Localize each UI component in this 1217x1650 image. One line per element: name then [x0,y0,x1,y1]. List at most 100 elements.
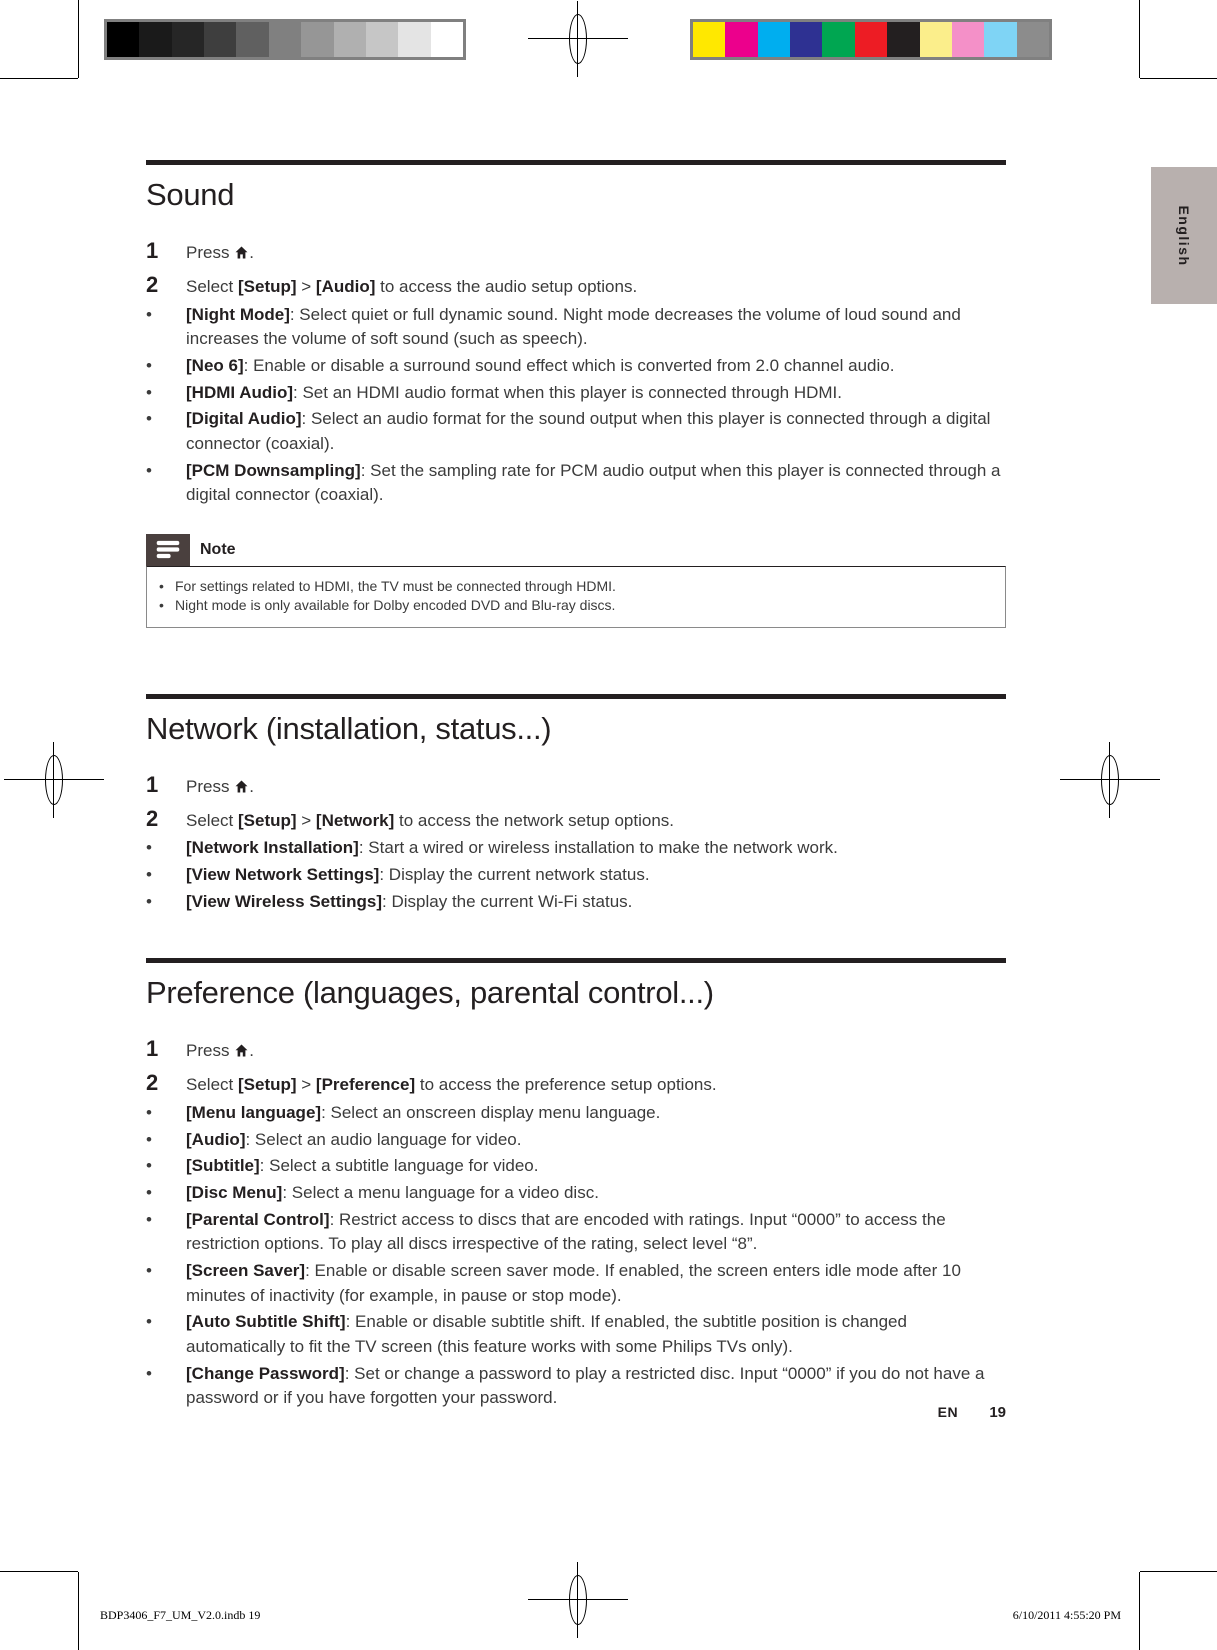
bullet-item: • [Network Installation]: Start a wired o… [146,836,1006,861]
note-box: Note • For settings related to HDMI, the T… [146,533,1006,628]
setting-description: : Select an onscreen display menu langua… [321,1103,661,1123]
color-swatch [854,22,888,57]
color-swatch [1016,22,1049,57]
bullet-item: • [HDMI Audio]: Set an HDMI audio format … [146,381,1006,406]
step-number: 1 [146,771,159,797]
grayscale-swatch [398,22,431,57]
bullet-glyph: • [146,1261,152,1281]
crop-mark-bottom-right-horizontal [1140,1571,1217,1572]
setting-name: [Subtitle] [186,1156,260,1176]
registration-target-right [1060,742,1160,818]
note-bullet-glyph: • [159,596,164,613]
bullet-text: [Night Mode]: Select quiet or full dynam… [186,303,1006,352]
setting-description: : Display the current network status. [379,865,650,885]
setting-description: : Select a subtitle language for video. [259,1156,539,1176]
language-tab: English [1151,167,1217,304]
setting-name: [View Wireless Settings] [186,891,383,911]
bullet-text: [PCM Downsampling]: Set the sampling rat… [186,459,1006,508]
grayscale-swatch [430,22,463,57]
note-body: • For settings related to HDMI, the TV mu… [146,565,1006,628]
registration-target-top [528,1,628,77]
setting-name: [Audio] [186,1129,246,1149]
step-text: Press . [186,241,254,266]
setting-name: [Screen Saver] [186,1261,306,1281]
bullet-glyph: • [146,1183,152,1203]
language-tab-label: English [1176,204,1192,267]
menu-token: [Audio] [315,276,376,296]
step-number: 2 [146,271,159,297]
color-swatch [757,22,791,57]
step-text-fragment: . [249,776,254,796]
grayscale-swatch [365,22,399,57]
bullet-glyph: • [146,865,152,885]
setting-description: : Start a wired or wireless installation… [358,838,838,858]
bullet-text: [Subtitle]: Select a subtitle language f… [186,1154,1006,1179]
crop-mark-top-left-vertical [78,0,79,78]
bullet-item: • [Audio]: Select an audio language for v… [146,1128,1006,1153]
grayscale-swatch [139,22,172,57]
setting-description: : Set an HDMI audio format when this pla… [293,382,842,402]
bullet-text: [Screen Saver]: Enable or disable screen… [186,1259,1006,1308]
registration-target-left [4,742,104,818]
step-text-fragment: Press [186,1041,235,1061]
color-swatch [984,22,1017,57]
step-text: Press . [186,775,254,800]
bullet-glyph: • [146,382,152,402]
step-text-fragment: to access the audio setup options. [375,276,638,296]
crop-mark-top-right-horizontal [1140,78,1217,79]
bullet-item: • [PCM Downsampling]: Set the sampling ra… [146,459,1006,508]
note-icon-container [146,533,190,566]
crop-mark-bottom-left-vertical [78,1572,79,1650]
color-swatch [822,22,855,57]
page-number: 19 [989,1404,1006,1421]
color-swatch [951,22,985,57]
crop-mark-top-right-vertical [1139,0,1140,78]
step-text-fragment: Press [186,776,235,796]
step-text-fragment: to access the network setup options. [394,810,675,830]
bullet-item: • [Auto Subtitle Shift]: Enable or disabl… [146,1310,1006,1359]
grayscale-swatch [107,22,140,57]
setting-name: [Digital Audio] [186,409,302,429]
menu-token: [Setup] [237,810,297,830]
setting-name: [Auto Subtitle Shift] [186,1312,346,1332]
note-line-text: For settings related to HDMI, the TV mus… [175,577,616,594]
bullet-text: [Auto Subtitle Shift]: Enable or disable… [186,1310,1006,1359]
bullet-item: • [Screen Saver]: Enable or disable scree… [146,1259,1006,1308]
numbered-step: 1 Press . [146,235,1006,267]
grayscale-swatch [171,22,205,57]
color-swatch [725,22,758,57]
bullet-text: [Network Installation]: Start a wired or… [186,836,1006,861]
step-text: Select [Setup] > [Preference] to access … [186,1073,717,1098]
bullet-text: [Digital Audio]: Select an audio format … [186,407,1006,456]
step-text-fragment: Press [186,243,235,262]
menu-token: [Preference] [315,1075,416,1095]
step-number: 1 [146,1036,159,1062]
bullet-glyph: • [146,304,152,324]
crop-mark-top-left-horizontal [0,78,78,79]
bullet-text: [View Wireless Settings]: Display the cu… [186,890,1006,915]
step-text-fragment: > [296,276,316,296]
home-icon [235,780,248,793]
step-text-fragment: > [296,1075,316,1095]
setting-description: : Select an audio language for video. [245,1129,522,1149]
grayscale-swatch [333,22,366,57]
setting-name: [View Network Settings] [186,865,380,885]
note-line: • Night mode is only available for Dolby … [159,596,993,615]
step-text: Select [Setup] > [Network] to access the… [186,809,674,834]
numbered-step: 2 Select [Setup] > [Audio] to access the … [146,269,1006,301]
bullet-text: [Neo 6]: Enable or disable a surround so… [186,354,1006,379]
setting-name: [Menu language] [186,1103,322,1123]
bullet-glyph: • [146,1363,152,1383]
bullet-text: [Audio]: Select an audio language for vi… [186,1128,1006,1153]
grayscale-swatch [204,22,237,57]
bullet-glyph: • [146,460,152,480]
setting-name: [Night Mode] [186,304,290,324]
bullet-item: • [View Network Settings]: Display the cu… [146,863,1006,888]
grayscale-calibration-bar [104,19,466,60]
step-text-fragment: Select [186,276,238,296]
bullet-item: • [Parental Control]: Restrict access to … [146,1208,1006,1257]
setting-name: [Disc Menu] [186,1183,283,1203]
bullet-glyph: • [146,1103,152,1123]
